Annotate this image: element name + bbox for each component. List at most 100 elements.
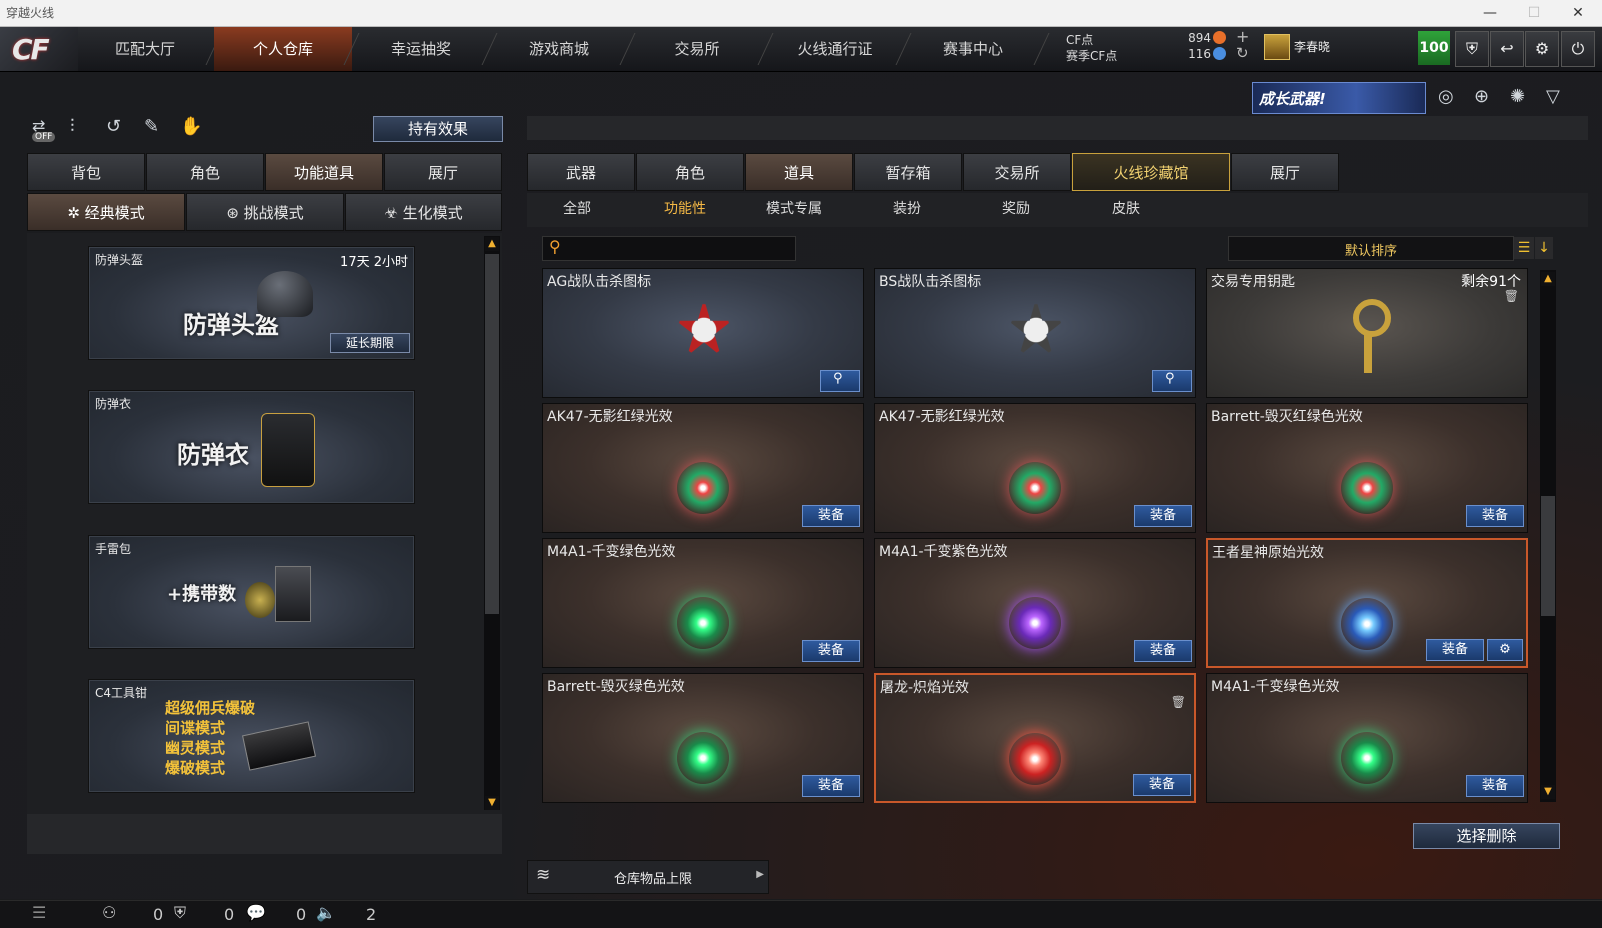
shield-small-icon[interactable]: ⛨ bbox=[174, 903, 186, 923]
trash-icon[interactable]: 🗑 bbox=[1171, 695, 1186, 709]
nav-tab-shop[interactable]: 游戏商城 bbox=[490, 27, 636, 71]
shield-icon[interactable]: ⛨ bbox=[1455, 31, 1489, 67]
close-button[interactable]: ✕ bbox=[1556, 0, 1600, 26]
left-tab-functional[interactable]: 功能道具 bbox=[265, 153, 383, 191]
extend-button[interactable]: 延长期限 bbox=[330, 333, 410, 353]
left-scrollbar[interactable] bbox=[484, 236, 500, 810]
nav-tab-pass[interactable]: 火线通行证 bbox=[766, 27, 912, 71]
subtab-functional[interactable]: 功能性 bbox=[664, 198, 706, 222]
equip-button[interactable]: 装备 bbox=[1426, 639, 1484, 661]
nav-tab-match-hall[interactable]: 匹配大厅 bbox=[76, 27, 222, 71]
cf-logo[interactable]: CF bbox=[0, 27, 78, 71]
maximize-button[interactable]: ☐ bbox=[1512, 0, 1556, 26]
item-card[interactable]: AK47-无影红绿光效 装备 bbox=[542, 403, 864, 533]
left-tab-character[interactable]: 角色 bbox=[146, 153, 264, 191]
subtab-all[interactable]: 全部 bbox=[563, 198, 591, 222]
search-box[interactable]: ⚲ bbox=[542, 236, 796, 261]
left-scroll-down[interactable]: ▼ bbox=[485, 796, 499, 810]
item-card[interactable]: Barrett-毁灭红绿色光效 装备 bbox=[1206, 403, 1528, 533]
minimize-button[interactable]: — bbox=[1468, 0, 1512, 26]
subtab-mode-exclusive[interactable]: 模式专属 bbox=[766, 198, 822, 222]
item-card[interactable]: 交易专用钥匙 剩余91个 🗑 bbox=[1206, 268, 1528, 398]
right-scrollbar[interactable] bbox=[1540, 270, 1556, 802]
item-card[interactable]: Barrett-毁灭绿色光效 装备 bbox=[542, 673, 864, 803]
mode-challenge[interactable]: ⊛ 挑战模式 bbox=[186, 193, 344, 231]
right-scroll-down[interactable]: ▼ bbox=[1541, 785, 1555, 799]
item-card-selected[interactable]: 屠龙-炽焰光效 🗑 装备 bbox=[874, 673, 1196, 803]
equip-button[interactable]: 装备 bbox=[1466, 775, 1524, 797]
nav-tab-lottery[interactable]: 幸运抽奖 bbox=[352, 27, 498, 71]
card-c4-pliers[interactable]: C4工具钳 超级佣兵爆破 间谍模式 幽灵模式 爆破模式 bbox=[88, 679, 415, 793]
settings-button[interactable]: ⚙ bbox=[1487, 639, 1523, 661]
rank-badge-icon bbox=[1264, 34, 1290, 60]
preview-button[interactable]: ⚲ bbox=[1152, 370, 1192, 392]
history-icon[interactable]: ↺ bbox=[106, 116, 121, 137]
promo-banner[interactable]: 成长武器! bbox=[1252, 82, 1426, 114]
power-icon[interactable]: ⏻ bbox=[1561, 31, 1595, 67]
badge-v-icon[interactable]: ◎ bbox=[1438, 86, 1454, 107]
mode-zombie[interactable]: ☣ 生化模式 bbox=[345, 193, 502, 231]
item-card[interactable]: AG战队击杀图标 ⚲ bbox=[542, 268, 864, 398]
trash-icon[interactable]: 🗑 bbox=[1504, 289, 1519, 303]
sort-direction-icon[interactable]: ↓ bbox=[1535, 237, 1553, 259]
search-input[interactable] bbox=[569, 239, 791, 258]
item-card[interactable]: M4A1-千变绿色光效 装备 bbox=[542, 538, 864, 668]
left-scroll-up[interactable]: ▲ bbox=[485, 237, 499, 251]
equip-button[interactable]: 装备 bbox=[1134, 505, 1192, 527]
chat-icon[interactable]: 💬 bbox=[246, 903, 266, 922]
right-tab-collection[interactable]: 火线珍藏馆 bbox=[1072, 153, 1230, 191]
hold-effect-button[interactable]: 持有效果 bbox=[373, 116, 503, 142]
card-armor[interactable]: 防弹衣 防弹衣 bbox=[88, 390, 415, 504]
card-helmet[interactable]: 防弹头盔 17天 2小时 防弹头盔 延长期限 bbox=[88, 246, 415, 360]
select-delete-button[interactable]: 选择删除 bbox=[1413, 823, 1560, 849]
right-tab-exchange[interactable]: 交易所 bbox=[963, 153, 1071, 191]
tools-icon[interactable]: ✎ bbox=[144, 116, 159, 137]
crest-icon[interactable]: ✺ bbox=[1510, 86, 1525, 107]
subtab-rewards[interactable]: 奖励 bbox=[1002, 198, 1030, 222]
hand-icon[interactable]: ✋ bbox=[180, 116, 202, 137]
subtab-dress-up[interactable]: 装扮 bbox=[893, 198, 921, 222]
left-tab-showroom[interactable]: 展厅 bbox=[384, 153, 502, 191]
storage-limit-bar[interactable]: ≋ 仓库物品上限 ▶ bbox=[527, 860, 769, 894]
stats-icon[interactable]: ⫶ bbox=[70, 116, 75, 137]
return-icon[interactable]: ↩ bbox=[1490, 31, 1524, 67]
equip-button[interactable]: 装备 bbox=[1133, 774, 1191, 796]
preview-button[interactable]: ⚲ bbox=[820, 370, 860, 392]
left-tab-backpack[interactable]: 背包 bbox=[27, 153, 145, 191]
nav-tab-exchange[interactable]: 交易所 bbox=[628, 27, 774, 71]
mode-classic[interactable]: ✲ 经典模式 bbox=[27, 193, 185, 231]
subtab-skins[interactable]: 皮肤 bbox=[1112, 198, 1140, 222]
equip-button[interactable]: 装备 bbox=[802, 505, 860, 527]
globe-icon[interactable]: ⊕ bbox=[1474, 86, 1489, 107]
card-grenade-pack[interactable]: 手雷包 +携带数 bbox=[88, 535, 415, 649]
item-card-selected[interactable]: 王者星神原始光效 装备 ⚙ bbox=[1206, 538, 1528, 668]
sort-dropdown[interactable]: 默认排序 bbox=[1228, 236, 1514, 261]
refresh-icon[interactable]: ↻ bbox=[1236, 44, 1249, 62]
nav-tab-warehouse[interactable]: 个人仓库 bbox=[214, 27, 360, 71]
item-card[interactable]: M4A1-千变紫色光效 装备 bbox=[874, 538, 1196, 668]
binoculars-icon[interactable]: ⚇ bbox=[102, 903, 116, 922]
username[interactable]: 李春晓 bbox=[1294, 38, 1330, 55]
gear-icon[interactable]: ⚙ bbox=[1525, 31, 1559, 67]
equip-button[interactable]: 装备 bbox=[1134, 640, 1192, 662]
menu-icon[interactable]: ☰ bbox=[32, 903, 46, 922]
right-tab-showroom[interactable]: 展厅 bbox=[1231, 153, 1339, 191]
left-scroll-thumb[interactable] bbox=[485, 254, 499, 614]
right-tab-character[interactable]: 角色 bbox=[636, 153, 744, 191]
level-badge[interactable]: 100 bbox=[1418, 31, 1450, 65]
right-tab-items[interactable]: 道具 bbox=[745, 153, 853, 191]
speaker-icon[interactable]: 🔈 bbox=[316, 903, 336, 922]
right-scroll-up[interactable]: ▲ bbox=[1541, 272, 1555, 286]
item-card[interactable]: M4A1-千变绿色光效 装备 bbox=[1206, 673, 1528, 803]
right-tab-weapons[interactable]: 武器 bbox=[527, 153, 635, 191]
item-card[interactable]: BS战队击杀图标 ⚲ bbox=[874, 268, 1196, 398]
right-scroll-thumb[interactable] bbox=[1541, 496, 1555, 616]
equip-button[interactable]: 装备 bbox=[802, 775, 860, 797]
wings-icon[interactable]: ▽ bbox=[1546, 86, 1560, 107]
item-card[interactable]: AK47-无影红绿光效 装备 bbox=[874, 403, 1196, 533]
list-view-icon[interactable]: ☰ bbox=[1514, 237, 1534, 259]
right-tab-temp-box[interactable]: 暂存箱 bbox=[854, 153, 962, 191]
equip-button[interactable]: 装备 bbox=[802, 640, 860, 662]
nav-tab-events[interactable]: 赛事中心 bbox=[904, 27, 1050, 71]
equip-button[interactable]: 装备 bbox=[1466, 505, 1524, 527]
